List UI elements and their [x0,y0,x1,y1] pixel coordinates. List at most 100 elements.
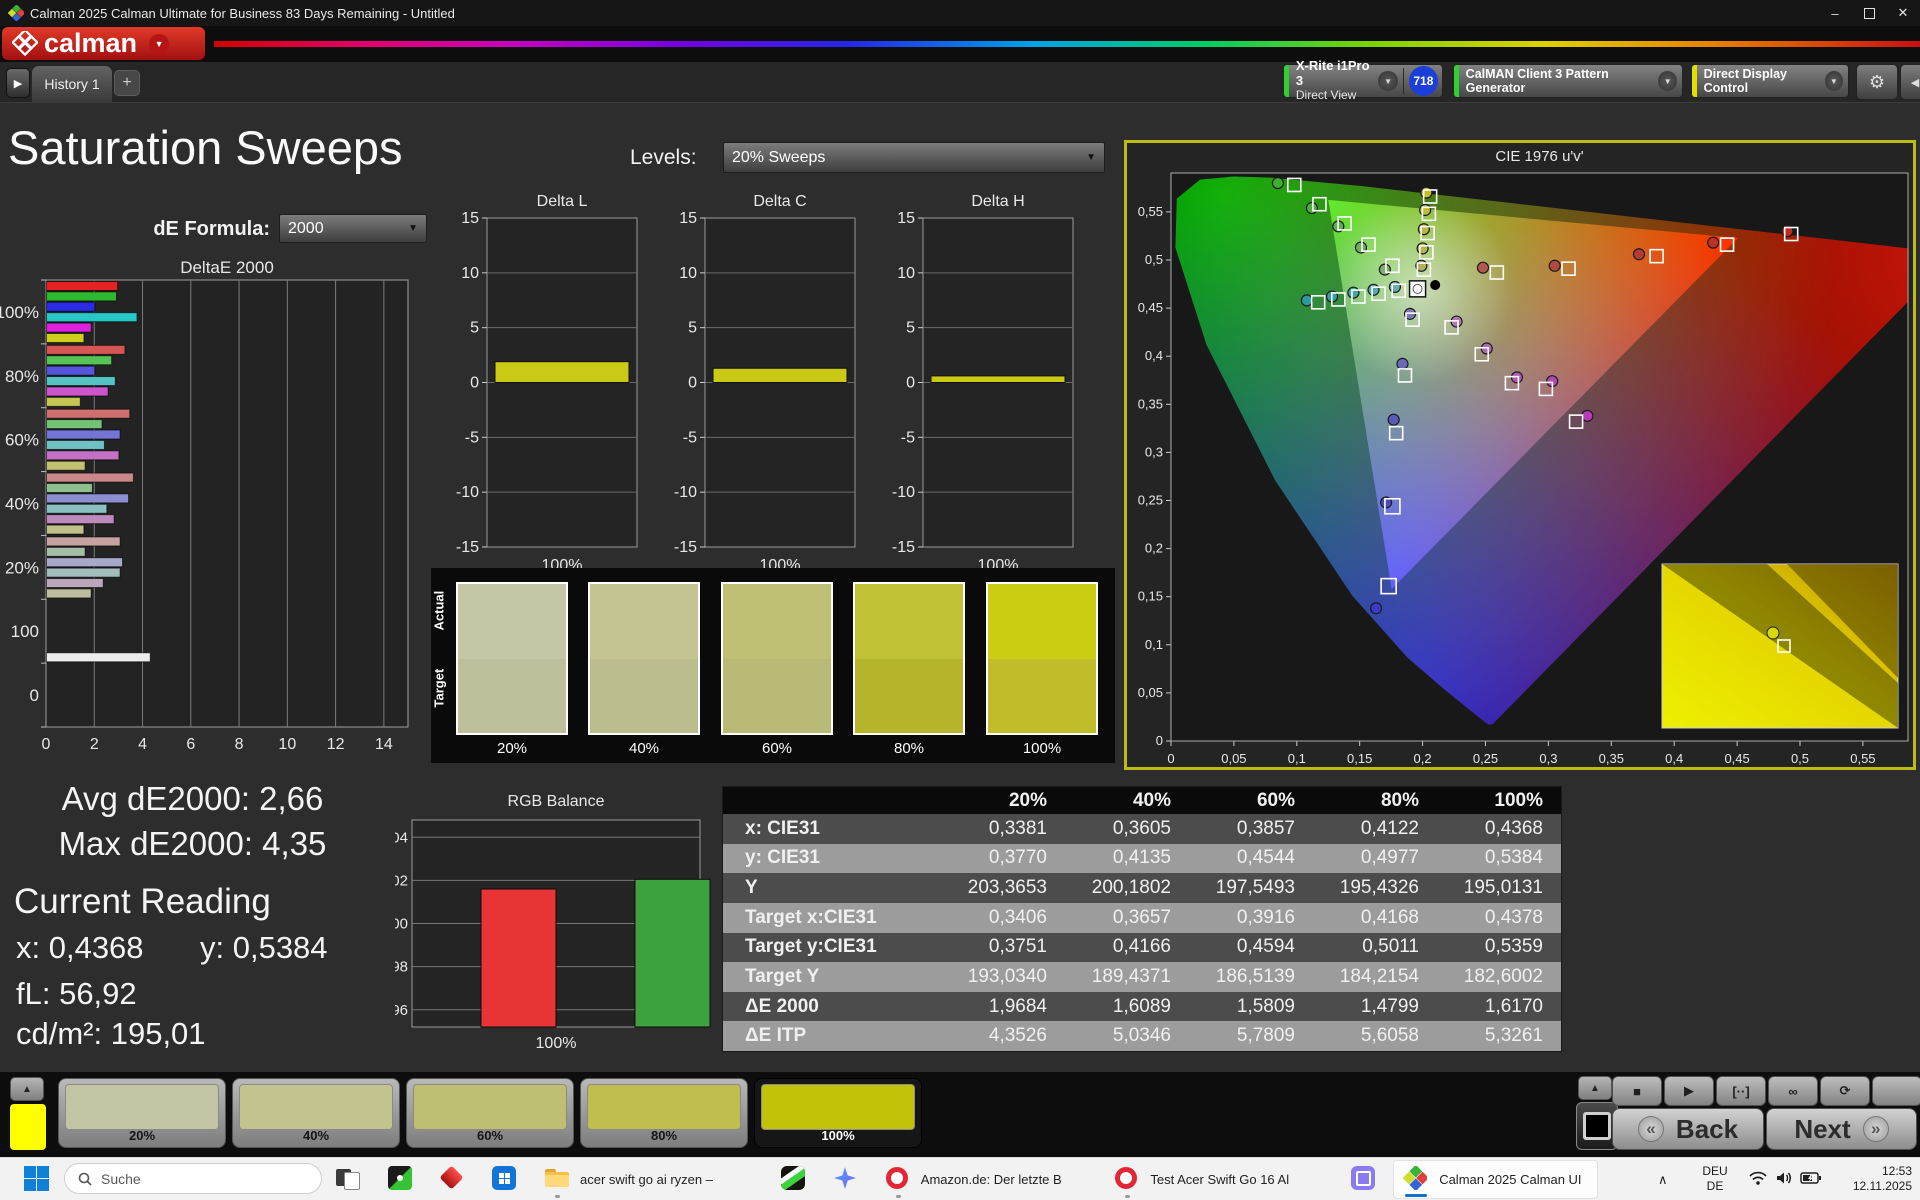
de-formula-select[interactable]: 2000▼ [279,214,427,243]
stop-button[interactable]: ■ [1612,1076,1662,1106]
mini-chart-title: Delta C [753,193,806,210]
mini-y-tick: 5 [688,320,697,337]
next-button[interactable]: Next» [1766,1108,1917,1150]
pattern-generator-dropdown[interactable]: CalMAN Client 3 Pattern Generator ▼ [1453,64,1683,98]
levels-select[interactable]: 20% Sweeps▼ [723,142,1105,173]
table-column-header: 60% [1189,790,1313,812]
meter-dropdown[interactable]: X-Rite i1Pro 3 Direct View ▼ 718 [1283,64,1443,98]
minimize-button[interactable]: – [1818,0,1852,26]
table-cell: 5,7809 [1189,1025,1313,1047]
taskbar-app-store-icon[interactable] [492,1166,518,1192]
cie-x-tick: 0,3 [1539,751,1557,766]
back-button[interactable]: «Back [1612,1108,1764,1150]
swatch-20% [456,582,568,735]
deltae-x-tick: 8 [235,736,244,753]
taskbar-app-purple-app-icon[interactable] [1351,1166,1377,1192]
meter-count-badge[interactable]: 718 [1409,66,1438,96]
wifi-icon[interactable] [1748,1170,1768,1186]
search-input[interactable]: Suche [64,1163,322,1194]
extra-button[interactable] [1872,1076,1920,1106]
cie-x-tick: 0,1 [1288,751,1306,766]
cie-y-tick: 0,5 [1145,252,1163,267]
tray-chevron-up-icon[interactable]: ∧ [1658,1172,1668,1188]
deltae-x-tick: 4 [138,736,147,753]
actual-target-swatches: Actual Target 20%40%60%80%100% [431,568,1115,763]
collapse-panel-button[interactable]: ◀ [1900,64,1920,100]
display-control-dropdown[interactable]: Direct Display Control ▼ [1691,64,1849,98]
table-cell: 0,3657 [1065,907,1189,929]
mini-chart-title: Delta H [971,193,1024,210]
cie-y-tick: 0,15 [1138,589,1163,604]
taskbar-app-task-view-icon[interactable] [336,1166,362,1192]
deltae-x-tick: 14 [375,736,393,753]
cie-y-tick: 0,05 [1138,685,1163,700]
level-button-80%[interactable]: 80% [580,1078,748,1148]
taskbar-app-gauge-icon[interactable] [388,1166,414,1192]
cie-x-tick: 0,25 [1473,751,1498,766]
settings-button[interactable]: ⚙ [1856,64,1898,100]
table-cell: 195,4326 [1313,877,1437,899]
restore-button[interactable] [1852,0,1886,26]
level-button-40%[interactable]: 40% [232,1078,400,1148]
close-button[interactable]: ✕ [1886,0,1920,26]
cie-y-tick: 0,25 [1138,493,1163,508]
chevron-down-icon[interactable]: ▼ [1658,71,1677,91]
language-indicator[interactable]: DEU DE [1698,1164,1732,1194]
clock[interactable]: 12:53 12.11.2025 [1842,1164,1912,1194]
table-column-header: 40% [1065,790,1189,812]
volume-icon[interactable] [1775,1170,1793,1186]
taskbar-app-folder-icon[interactable] [544,1166,570,1192]
avg-de2000: Avg dE2000: 2,66 [20,780,365,818]
start-button[interactable] [24,1166,49,1191]
table-column-header: 80% [1313,790,1437,812]
taskbar-app-opera-icon[interactable] [885,1166,911,1192]
chevron-down-icon[interactable]: ▼ [1378,71,1398,91]
taskbar-app-copilot-icon[interactable] [833,1166,859,1192]
taskbar-app-brave-icon[interactable] [781,1166,807,1192]
logo-menu-chevron-icon[interactable]: ▼ [149,34,169,54]
mini-y-tick: 10 [461,265,479,282]
pattern-step-button[interactable]: [··] [1716,1076,1766,1106]
swatch-label: 100% [986,740,1098,757]
title-bar: Calman 2025 Calman Ultimate for Business… [0,0,1920,26]
level-button-100%[interactable]: 100% [754,1078,922,1148]
transport-up-button[interactable]: ▲ [1578,1076,1612,1100]
table-cell: 186,5139 [1189,966,1313,988]
battery-icon[interactable] [1800,1170,1822,1186]
delta-h-chart: Delta H151050-5-10-15100% [866,190,1086,580]
lang-line1: DEU [1698,1164,1732,1179]
deltae-x-tick: 0 [42,736,51,753]
add-history-button[interactable]: + [114,70,140,96]
taskbar-app-label[interactable]: Test Acer Swift Go 16 Al [1150,1172,1289,1187]
cie-y-tick: 0,35 [1138,396,1163,411]
table-cell: 193,0340 [941,966,1065,988]
tab-history-1[interactable]: History 1 [32,66,112,102]
reading-cdm2: cd/m²: 195,01 [16,1016,206,1052]
rgb-y-tick: 98 [395,959,408,976]
table-row: ΔE ITP4,35265,03465,78095,60585,3261 [723,1021,1561,1051]
taskbar-app-label[interactable]: Amazon.de: Der letzte B [921,1172,1062,1187]
deltae-x-tick: 2 [90,736,99,753]
lang-line2: DE [1698,1179,1732,1194]
play-button[interactable]: ▶ [1664,1076,1714,1106]
chevron-down-icon[interactable]: ▼ [1825,71,1843,91]
calman-logo[interactable]: calman ▼ [2,27,205,60]
taskbar-app-opera-icon[interactable] [1114,1166,1140,1192]
taskbar-app-red-app-icon[interactable] [440,1166,466,1192]
table-cell: 189,4371 [1065,966,1189,988]
back-arrows-icon: « [1638,1116,1664,1142]
rgb-chart-title: RGB Balance [508,793,605,810]
level-button-20%[interactable]: 20% [58,1078,226,1148]
loop-button[interactable]: ∞ [1768,1076,1818,1106]
taskbar-app-label[interactable]: Calman 2025 Calman UI [1439,1172,1581,1187]
level-button-60%[interactable]: 60% [406,1078,574,1148]
taskbar-app-label[interactable]: acer swift go ai ryzen – [580,1172,713,1187]
taskbar-app-calman-icon[interactable] [1403,1166,1429,1192]
swatch-scroll-up-button[interactable]: ▲ [10,1077,44,1101]
cie-x-tick: 0,5 [1791,751,1809,766]
refresh-button[interactable]: ⟳ [1820,1076,1870,1106]
next-label: Next [1794,1114,1850,1145]
history-nav-button[interactable]: ▶ [6,68,30,98]
mini-y-tick: -5 [465,429,479,446]
cie-y-tick: 0,55 [1138,204,1163,219]
